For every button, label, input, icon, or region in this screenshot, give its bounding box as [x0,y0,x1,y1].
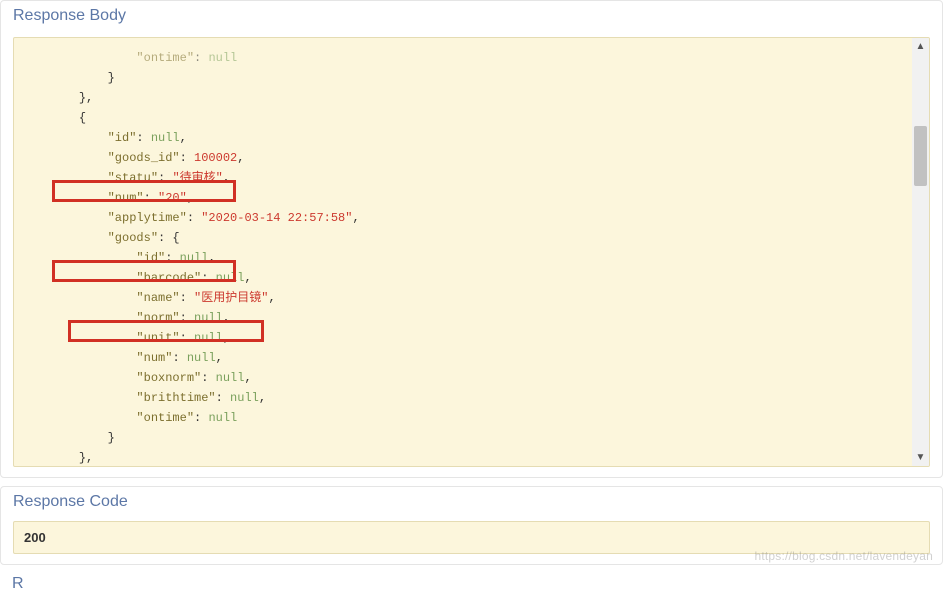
response-code-panel: Response Code 200 [0,486,943,565]
response-code-content: 200 [1,517,942,564]
scrollbar-thumb[interactable] [914,126,927,186]
scroll-up-icon[interactable]: ▲ [912,38,929,55]
response-body-box[interactable]: "ontime": null } }, { "id": null, "goods… [13,37,930,467]
next-section-title-cut: R [0,573,943,595]
vertical-scrollbar[interactable]: ▲ ▼ [912,38,929,466]
response-body-json[interactable]: "ontime": null } }, { "id": null, "goods… [14,38,929,467]
response-code-title: Response Code [1,487,942,517]
response-body-content: "ontime": null } }, { "id": null, "goods… [1,31,942,477]
response-code-value: 200 [13,521,930,554]
scroll-down-icon[interactable]: ▼ [912,449,929,466]
response-body-title: Response Body [1,1,942,31]
response-body-panel: Response Body "ontime": null } }, { "id"… [0,0,943,478]
